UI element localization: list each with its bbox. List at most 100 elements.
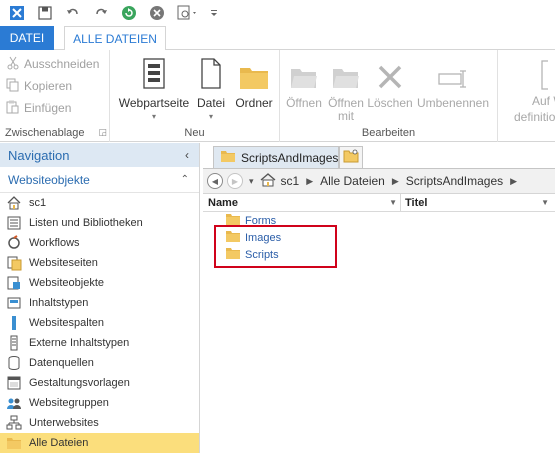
webpart-page-button[interactable]: Webpartseite ▾ (118, 56, 190, 122)
sidebar-item-site-assets[interactable]: Websiteobjekte (0, 273, 199, 293)
sidebar-item-label: Externe Inhaltstypen (29, 337, 130, 349)
open-folder-icon (290, 56, 318, 90)
sidebar-item-subsites[interactable]: Unterwebsites (0, 413, 199, 433)
highlight-box (214, 225, 337, 268)
breadcrumb-item[interactable]: Alle Dateien (319, 174, 386, 188)
column-header-title[interactable]: Titel ▼ (401, 194, 555, 211)
folder-icon (239, 56, 269, 90)
chevron-right-icon[interactable]: ▶ (508, 176, 519, 187)
sidebar-item-site-pages[interactable]: Websiteseiten (0, 253, 199, 273)
sidebar-item-master-pages[interactable]: Gestaltungsvorlagen (0, 373, 199, 393)
column-header-name[interactable]: Name ▼ (203, 194, 401, 211)
new-group-label: Neu (184, 127, 205, 139)
paste-button[interactable]: Einfügen (6, 98, 71, 118)
partial-group: Auf W definition (498, 50, 555, 142)
home-icon[interactable] (260, 172, 276, 190)
collapse-pane-icon[interactable]: ‹ (185, 148, 189, 162)
list-icon (6, 215, 22, 231)
file-list-header: Name ▼ Titel ▼ (203, 194, 555, 212)
stop-icon[interactable] (146, 3, 168, 23)
new-tab-icon (343, 149, 359, 166)
edit-group: Öffnen Öffnen mit Löschen Umbenennen Bea… (280, 50, 498, 142)
new-file-button[interactable]: Datei ▾ (194, 56, 228, 122)
dialog-launcher-icon[interactable]: ◲ (98, 127, 107, 138)
forward-icon[interactable]: ▶ (227, 173, 243, 189)
file-icon (200, 56, 222, 90)
clipboard-group-label: Zwischenablage (5, 127, 85, 139)
chevron-down-icon[interactable]: ▼ (541, 198, 549, 207)
workflow-icon (6, 235, 22, 251)
navigation-title: Navigation (8, 147, 70, 163)
sidebar-item-label: Workflows (29, 237, 80, 249)
scissors-icon (6, 56, 20, 73)
content-area: ScriptsAndImages ◀ ▶ ▾ sc1 ▶ Alle Dateie… (203, 143, 555, 453)
clipboard-group: Ausschneiden Kopieren Einfügen Zwischena… (0, 50, 110, 142)
sidebar-item-lists[interactable]: Listen und Bibliotheken (0, 213, 199, 233)
sidebar-item-site-groups[interactable]: Websitegruppen (0, 393, 199, 413)
navigation-pane: Navigation ‹ Websiteobjekte ⌃ sc1 Listen… (0, 143, 200, 453)
assets-icon (6, 275, 22, 291)
folder-icon (6, 435, 22, 451)
chevron-up-icon[interactable]: ⌃ (181, 174, 189, 185)
chevron-down-icon: ▾ (208, 112, 213, 121)
sidebar-item-label: Inhaltstypen (29, 297, 89, 309)
sidebar-item-external-content-types[interactable]: Externe Inhaltstypen (0, 333, 199, 353)
chevron-right-icon[interactable]: ▶ (390, 176, 401, 187)
document-tab[interactable]: ScriptsAndImages (213, 146, 339, 168)
open-with-button[interactable]: Öffnen mit (324, 56, 368, 123)
sidebar-item-data-sources[interactable]: Datenquellen (0, 353, 199, 373)
refresh-icon[interactable] (118, 3, 140, 23)
sidebar-item-label: Datenquellen (29, 357, 94, 369)
site-objects-header[interactable]: Websiteobjekte ⌃ (0, 167, 199, 193)
column-title-label: Titel (405, 196, 428, 209)
undo-icon[interactable] (62, 3, 84, 23)
chevron-right-icon[interactable]: ▶ (304, 176, 315, 187)
new-folder-button[interactable]: Ordner (232, 56, 276, 110)
navigation-header[interactable]: Navigation ‹ (0, 143, 199, 167)
open-button[interactable]: Öffnen (284, 56, 324, 110)
customize-icon[interactable] (208, 3, 220, 23)
sidebar-item-label: Gestaltungsvorlagen (29, 377, 130, 389)
save-icon[interactable] (34, 3, 56, 23)
sidebar-item-sc1[interactable]: sc1 (0, 193, 199, 213)
document-tab-label: ScriptsAndImages (241, 150, 339, 165)
copy-button[interactable]: Kopieren (6, 76, 72, 96)
tab-file[interactable]: DATEI (0, 26, 54, 50)
partial-label-1: Auf W (532, 94, 555, 108)
sidebar-item-content-types[interactable]: Inhaltstypen (0, 293, 199, 313)
back-icon[interactable]: ◀ (207, 173, 223, 189)
new-tab-button[interactable] (339, 146, 363, 168)
groups-icon (6, 395, 22, 411)
cut-button[interactable]: Ausschneiden (6, 54, 99, 74)
chevron-down-icon: ▾ (151, 112, 156, 121)
sidebar-item-label: Websiteseiten (29, 257, 98, 269)
breadcrumb-item[interactable]: ScriptsAndImages (405, 174, 504, 188)
cut-label: Ausschneiden (24, 57, 100, 71)
partial-icon (528, 56, 548, 90)
tools-icon[interactable] (6, 3, 28, 23)
chevron-down-icon[interactable]: ▾ (247, 176, 256, 187)
sidebar-item-site-columns[interactable]: Websitespalten (0, 313, 199, 333)
subsites-icon (6, 415, 22, 431)
preview-icon[interactable] (174, 3, 202, 23)
sidebar-item-all-files[interactable]: Alle Dateien (0, 433, 199, 453)
chevron-down-icon[interactable]: ▼ (389, 198, 397, 207)
delete-label: Löschen (367, 96, 413, 110)
delete-icon (377, 56, 403, 90)
redo-icon[interactable] (90, 3, 112, 23)
partial-button[interactable] (528, 56, 555, 96)
breadcrumb-item[interactable]: sc1 (280, 174, 301, 188)
paste-icon (6, 100, 20, 117)
sidebar-item-label: Websitespalten (29, 317, 105, 329)
tab-all-files[interactable]: ALLE DATEIEN (64, 26, 166, 51)
home-icon (6, 195, 22, 211)
delete-button[interactable]: Löschen (367, 56, 413, 110)
navigation-list: sc1 Listen und Bibliotheken Workflows We… (0, 193, 199, 453)
rename-button[interactable]: Umbenennen (414, 56, 492, 110)
rename-icon (438, 56, 468, 90)
content-types-icon (6, 295, 22, 311)
open-with-icon (332, 56, 360, 90)
quick-access-toolbar (0, 0, 555, 26)
copy-icon (6, 78, 20, 95)
sidebar-item-workflows[interactable]: Workflows (0, 233, 199, 253)
